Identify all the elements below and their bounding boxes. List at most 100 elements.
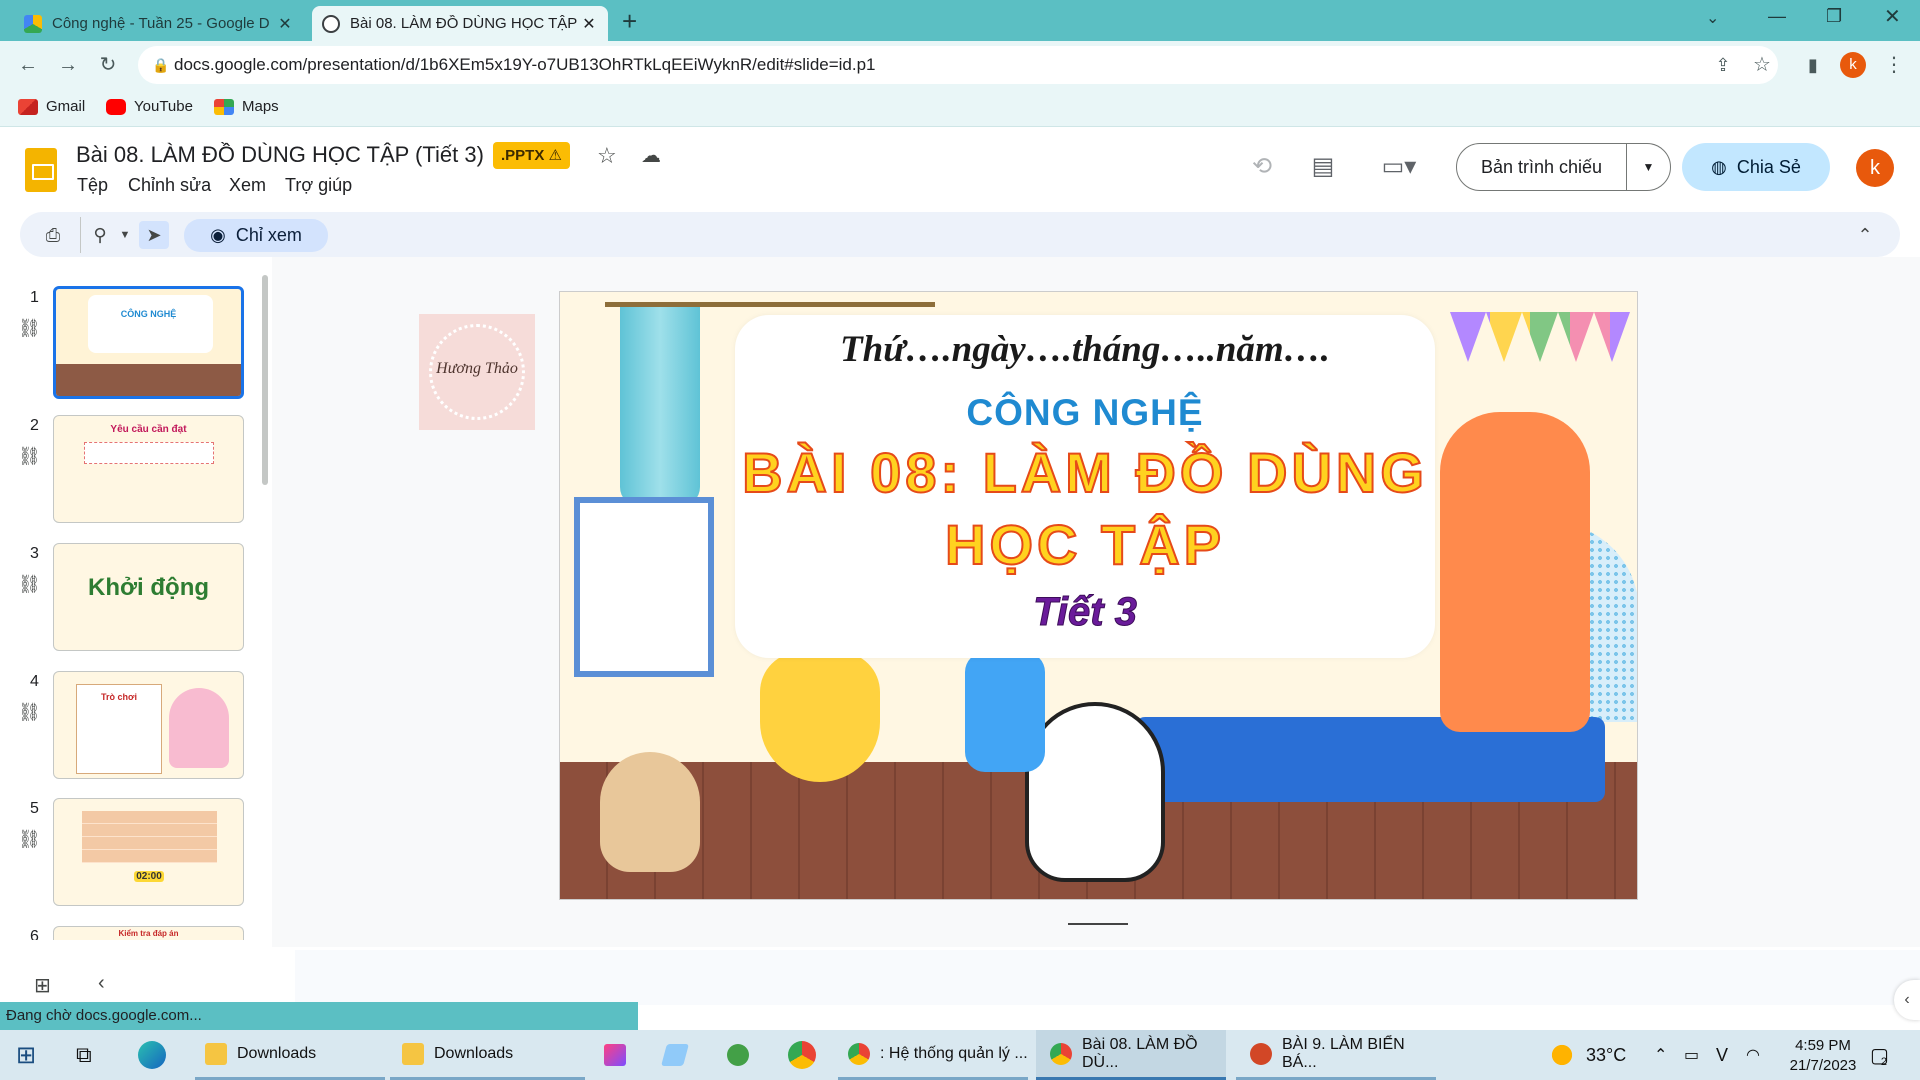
current-slide[interactable]: Thứ….ngày….tháng…..năm…. CÔNG NGHỆ BÀI 0… <box>559 291 1638 900</box>
share-page-icon[interactable]: ⇪ <box>1707 49 1739 81</box>
meet-camera-icon[interactable]: ▭▾ <box>1374 150 1424 184</box>
thumb-timer: 02:00 <box>134 871 164 882</box>
close-window-icon[interactable]: ✕ <box>1884 4 1901 29</box>
back-icon[interactable]: ← <box>12 49 44 81</box>
thumb-title: Yêu cầu cần đạt <box>110 424 187 435</box>
thumb-title: Trò chơi <box>101 692 137 702</box>
speaker-notes-area[interactable] <box>295 950 1920 1005</box>
slide-thumbnail-6[interactable]: Kiểm tra đáp án <box>53 926 244 940</box>
lock-icon: 🔒 <box>152 56 170 73</box>
taskbar-chrome-window-1[interactable]: : Hệ thống quản lý ... <box>838 1030 1028 1080</box>
version-history-icon[interactable]: ⟲ <box>1245 150 1279 184</box>
bookmark-gmail[interactable]: Gmail <box>18 98 85 115</box>
account-avatar[interactable]: k <box>1856 149 1894 187</box>
zoom-icon[interactable]: ⚲ <box>86 221 114 249</box>
slide-thumbnail-5[interactable]: 02:00 <box>53 798 244 906</box>
forward-icon[interactable]: → <box>52 49 84 81</box>
slide-thumbnail-1[interactable]: CÔNG NGHỆ <box>53 286 244 399</box>
slide-thumbnail-4[interactable]: Trò chơi <box>53 671 244 779</box>
bookmark-youtube[interactable]: YouTube <box>106 98 193 115</box>
wifi-icon[interactable]: ◠ <box>1746 1030 1760 1080</box>
comments-icon[interactable]: ▤ <box>1306 150 1340 184</box>
windows-start-icon[interactable]: ⊞ <box>16 1030 36 1080</box>
restore-icon[interactable]: ❐ <box>1826 6 1842 27</box>
share-button[interactable]: ◍ Chia Sẻ <box>1682 143 1830 191</box>
menu-edit[interactable]: Chỉnh sửa <box>128 175 211 196</box>
close-tab-icon[interactable]: ✕ <box>580 14 598 34</box>
browser-menu-icon[interactable]: ⋮ <box>1878 49 1910 81</box>
zoom-dropdown-icon[interactable]: ▼ <box>114 221 136 249</box>
slide-thumbnail-2[interactable]: Yêu cầu cần đạt <box>53 415 244 523</box>
slide-number: 4 <box>30 673 39 690</box>
toolbar-divider <box>80 217 81 253</box>
weather-widget[interactable]: 33°C <box>1548 1030 1626 1080</box>
taskbar-label: Bài 08. LÀM ĐỒ DÙ... <box>1082 1035 1198 1071</box>
bookmark-maps[interactable]: Maps <box>214 98 279 115</box>
cloud-status-icon[interactable]: ☁ <box>641 143 661 168</box>
taskbar-powerpoint[interactable]: BÀI 9. LÀM BIỂN BÁ... <box>1236 1030 1436 1080</box>
new-tab-button[interactable]: + <box>622 6 637 37</box>
menu-help[interactable]: Trợ giúp <box>285 175 352 196</box>
edge-icon <box>138 1041 166 1069</box>
menu-file[interactable]: Tệp <box>77 175 108 196</box>
notification-center-icon[interactable]: ▢ 2 <box>1870 1030 1889 1080</box>
edge-taskbar-icon[interactable] <box>138 1030 176 1080</box>
paint-taskbar-icon[interactable] <box>661 1030 696 1080</box>
slide-thumbnail-3[interactable]: Khởi động <box>53 543 244 651</box>
taskbar-downloads-1[interactable]: Downloads <box>195 1030 385 1080</box>
close-tab-icon[interactable]: ✕ <box>276 14 294 34</box>
grid-view-icon[interactable]: ⊞ <box>34 973 51 998</box>
slideshow-label[interactable]: Bản trình chiếu <box>1457 144 1627 190</box>
gmail-icon <box>18 98 38 115</box>
select-cursor-icon[interactable]: ➤ <box>139 221 169 249</box>
chevron-down-icon[interactable]: ▼ <box>1627 160 1670 174</box>
reload-icon[interactable]: ↻ <box>92 49 124 81</box>
clock[interactable]: 4:59 PM 21/7/2023 <box>1778 1036 1868 1076</box>
slideshow-button[interactable]: Bản trình chiếu ▼ <box>1456 143 1671 191</box>
task-view-icon[interactable]: ⧉ <box>76 1030 92 1080</box>
link-icon: ⛓ <box>18 829 41 849</box>
slide-subject: CÔNG NGHỆ <box>966 392 1204 433</box>
slide-period: Tiết 3 <box>1033 590 1138 635</box>
file-format-badge[interactable]: .PPTX ⚠ <box>493 142 570 169</box>
notes-resize-handle[interactable] <box>1068 923 1128 925</box>
input-icon[interactable]: V <box>1716 1030 1728 1080</box>
profile-avatar[interactable]: k <box>1840 52 1866 78</box>
filmstrip-scrollbar[interactable] <box>262 275 268 485</box>
address-bar[interactable]: 🔒 docs.google.com/presentation/d/1b6XEm5… <box>138 46 1778 84</box>
view-only-button[interactable]: ◉ Chỉ xem <box>184 219 328 252</box>
tab-title: Bài 08. LÀM ĐỒ DÙNG HỌC TẬP <box>350 15 578 32</box>
maps-icon <box>214 98 234 115</box>
chrome-taskbar-icon[interactable] <box>788 1030 826 1080</box>
taskbar-downloads-2[interactable]: Downloads <box>390 1030 585 1080</box>
taskbar-chrome-window-2[interactable]: Bài 08. LÀM ĐỒ DÙ... <box>1036 1030 1226 1080</box>
powerpoint-icon <box>1250 1042 1272 1065</box>
print-icon[interactable]: ⎙ <box>38 221 68 249</box>
weather-sun-icon <box>1548 1041 1576 1069</box>
loading-status: Đang chờ docs.google.com... <box>0 1002 638 1030</box>
slide-number: 3 <box>30 545 39 562</box>
tab-search-icon[interactable]: ⌄ <box>1706 8 1719 28</box>
photos-taskbar-icon[interactable] <box>604 1030 636 1080</box>
minimize-icon[interactable]: — <box>1768 6 1786 27</box>
document-title[interactable]: Bài 08. LÀM ĐỒ DÙNG HỌC TẬP (Tiết 3) <box>76 142 484 168</box>
menu-view[interactable]: Xem <box>229 175 266 196</box>
browser-tab-docs[interactable]: Công nghệ - Tuần 25 - Google D ✕ <box>14 6 304 41</box>
browser-toolbar: ← → ↻ 🔒 docs.google.com/presentation/d/1… <box>0 41 1920 89</box>
battery-icon[interactable]: ▭ <box>1684 1030 1699 1080</box>
browser-tab-slides[interactable]: Bài 08. LÀM ĐỒ DÙNG HỌC TẬP ✕ <box>312 6 608 41</box>
side-panel-toggle-icon[interactable]: ‹ <box>1894 980 1920 1020</box>
thumb-title: Khởi động <box>87 574 210 601</box>
slides-logo-icon[interactable] <box>25 148 57 192</box>
youtube-icon <box>106 98 126 115</box>
tray-chevron-icon[interactable]: ⌃ <box>1654 1030 1667 1080</box>
star-icon[interactable]: ☆ <box>597 143 617 169</box>
side-panel-icon[interactable]: ▮ <box>1797 49 1829 81</box>
taskbar-label: : Hệ thống quản lý ... <box>880 1044 1028 1062</box>
app-taskbar-icon[interactable] <box>727 1030 759 1080</box>
bookmark-star-icon[interactable]: ☆ <box>1746 49 1778 81</box>
collapse-filmstrip-icon[interactable]: ‹ <box>98 972 105 995</box>
taskbar-label: Downloads <box>237 1044 317 1062</box>
url-text: docs.google.com/presentation/d/1b6XEm5x1… <box>174 55 876 74</box>
collapse-toolbar-icon[interactable]: ⌃ <box>1850 221 1880 249</box>
